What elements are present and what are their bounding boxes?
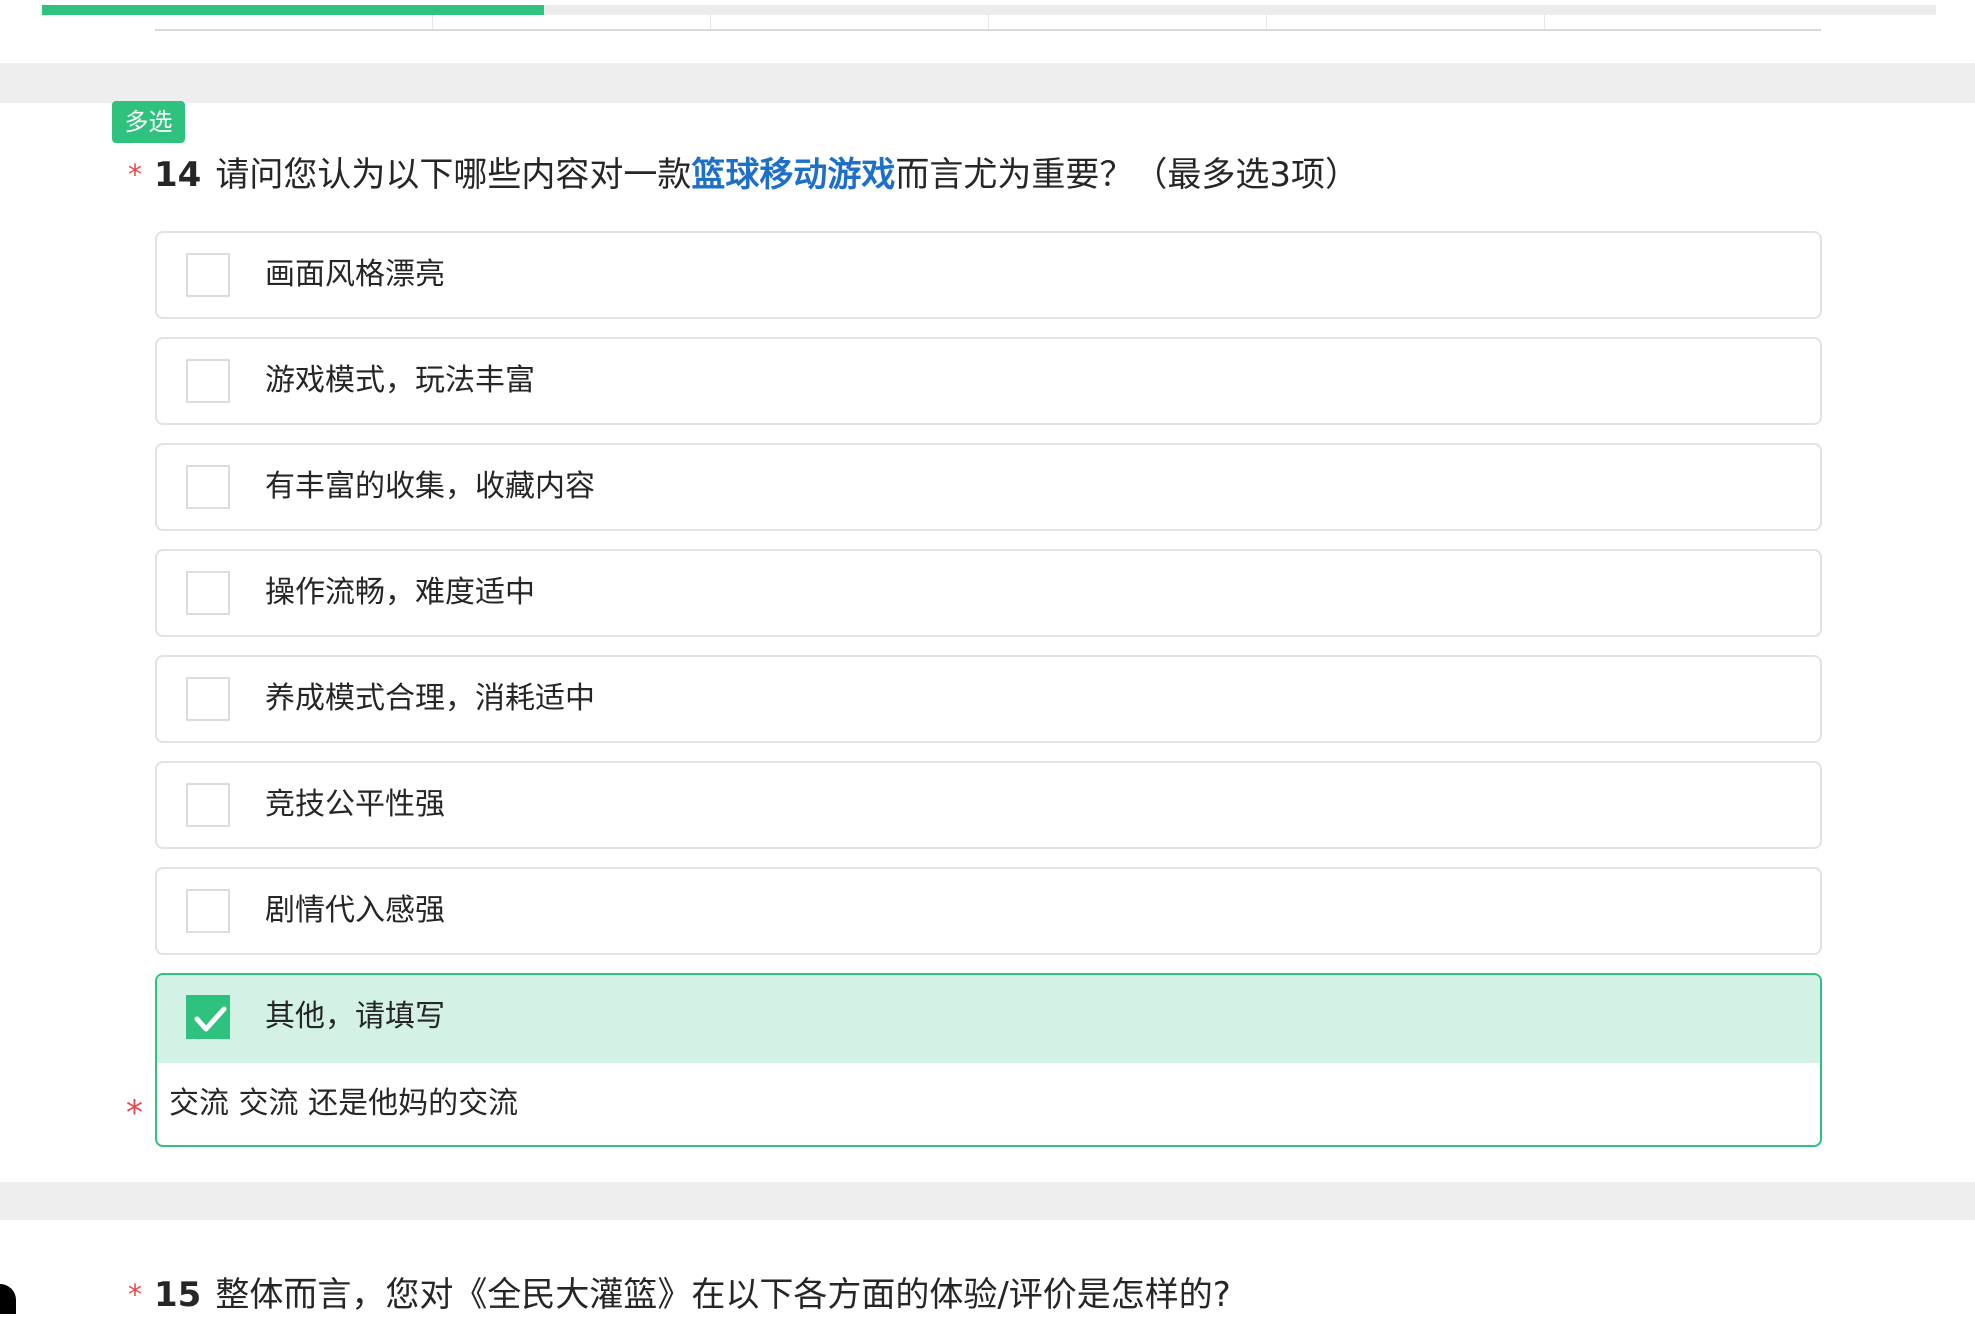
required-mark: *: [128, 158, 142, 191]
option-item[interactable]: 竞技公平性强: [155, 761, 1822, 849]
other-required-mark: *: [126, 1093, 143, 1133]
checkbox[interactable]: [186, 889, 230, 933]
checkbox[interactable]: [186, 359, 230, 403]
previous-question-table-edge: [155, 15, 1821, 31]
required-mark: *: [128, 1278, 142, 1311]
option-item[interactable]: 游戏模式，玩法丰富: [155, 337, 1822, 425]
question-number: 15: [154, 1275, 202, 1315]
option-item[interactable]: 操作流畅，难度适中: [155, 549, 1822, 637]
option-label: 竞技公平性强: [265, 787, 445, 822]
progress-bar-fill: [42, 5, 544, 15]
option-list: 画面风格漂亮 游戏模式，玩法丰富 有丰富的收集，收藏内容 操作流畅，难度适中 养…: [155, 231, 1822, 1165]
option-item[interactable]: 画面风格漂亮: [155, 231, 1822, 319]
option-label: 养成模式合理，消耗适中: [265, 681, 595, 716]
option-label: 游戏模式，玩法丰富: [265, 363, 535, 398]
option-item[interactable]: 养成模式合理，消耗适中: [155, 655, 1822, 743]
checkbox[interactable]: [186, 465, 230, 509]
option-label: 剧情代入感强: [265, 893, 445, 928]
section-divider: [0, 1182, 1975, 1220]
option-item-other[interactable]: 其他，请填写: [155, 973, 1822, 1147]
screen-corner: [0, 1284, 16, 1314]
option-label: 操作流畅，难度适中: [265, 575, 535, 610]
option-item[interactable]: 剧情代入感强: [155, 867, 1822, 955]
progress-bar: [42, 5, 1936, 15]
section-divider: [0, 63, 1975, 103]
other-text-input[interactable]: [169, 1063, 1769, 1145]
question-title-text: 整体而言，您对《全民大灌篮》在以下各方面的体验/评价是怎样的?: [215, 1275, 1231, 1315]
option-label: 其他，请填写: [265, 999, 445, 1034]
question-14-title: * 14 请问您认为以下哪些内容对一款篮球移动游戏而言尤为重要？（最多选3项）: [128, 150, 1359, 200]
question-title-highlight: 篮球移动游戏: [691, 155, 896, 195]
question-number: 14: [154, 155, 202, 195]
question-title-text: 请问您认为以下哪些内容对一款: [215, 155, 692, 195]
checkbox[interactable]: [186, 783, 230, 827]
option-label: 画面风格漂亮: [265, 257, 445, 292]
question-15-title: * 15 整体而言，您对《全民大灌篮》在以下各方面的体验/评价是怎样的?: [128, 1270, 1231, 1320]
option-label: 有丰富的收集，收藏内容: [265, 469, 595, 504]
checkbox-checked[interactable]: [186, 995, 230, 1039]
option-item[interactable]: 有丰富的收集，收藏内容: [155, 443, 1822, 531]
question-type-badge: 多选: [112, 101, 185, 143]
checkbox[interactable]: [186, 253, 230, 297]
checkbox[interactable]: [186, 677, 230, 721]
checkmark-icon: [194, 1006, 227, 1032]
question-title-text-end: 而言尤为重要？（最多选3项）: [895, 155, 1359, 195]
checkbox[interactable]: [186, 571, 230, 615]
